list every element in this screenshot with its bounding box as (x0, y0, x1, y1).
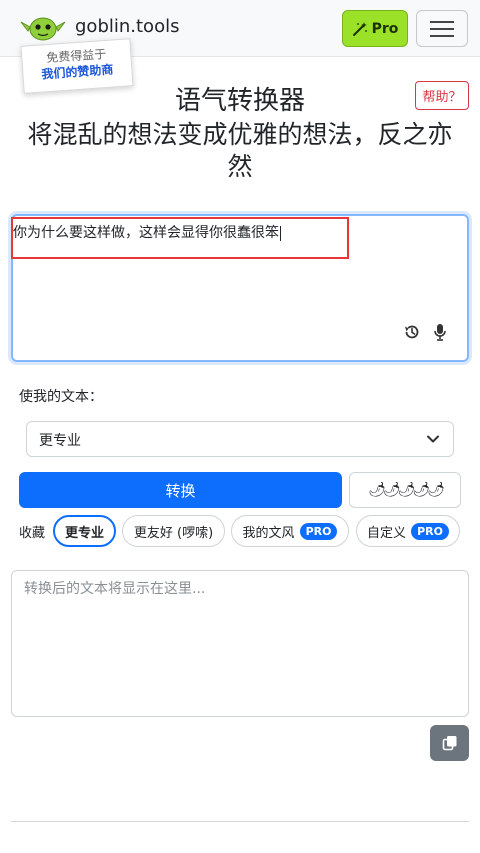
chip-label: 更专业 (64, 525, 104, 541)
chip-label: 我的文风 (242, 525, 295, 541)
favorite-chip-custom[interactable]: 自定义 PRO (356, 515, 460, 547)
convert-button[interactable]: 转换 (19, 472, 342, 508)
favorite-chip-professional[interactable]: 更专业 (53, 515, 116, 547)
help-button[interactable]: 帮助？ (415, 81, 469, 110)
magic-wand-icon (352, 21, 367, 36)
spice-level-button[interactable]: 🌶🌶🌶🌶🌶 (349, 472, 461, 508)
style-select-label: 使我的文本： (19, 389, 103, 405)
favorite-chip-my-style[interactable]: 我的文风 PRO (231, 515, 349, 547)
page-subtitle: 将混乱的想法变成优雅的想法，反之亦然 (27, 120, 453, 181)
pro-button-label: Pro (371, 20, 399, 37)
page-title: 语气转换器 (174, 86, 305, 116)
history-icon[interactable] (403, 323, 421, 341)
chip-label: 更友好 (啰嗦) (133, 525, 214, 541)
chip-label: 自定义 (367, 525, 407, 541)
site-name[interactable]: goblin.tools (75, 16, 179, 37)
chevron-down-icon[interactable] (426, 432, 440, 446)
favorites-label: 收藏 (19, 526, 46, 541)
pro-badge: PRO (299, 522, 338, 540)
annotation-highlight-box (11, 217, 349, 259)
menu-line (430, 27, 454, 30)
favorite-chip-friendly[interactable]: 更友好 (啰嗦) (122, 515, 225, 547)
copy-icon (442, 736, 456, 751)
menu-line (430, 20, 454, 23)
goblin-logo-icon[interactable] (20, 14, 66, 42)
menu-line (430, 34, 454, 37)
microphone-icon[interactable] (433, 323, 447, 341)
pro-button[interactable]: Pro (342, 10, 408, 47)
hamburger-menu-button[interactable] (416, 10, 468, 47)
style-select-value[interactable]: 更专业 (39, 430, 81, 450)
copy-button[interactable] (430, 725, 469, 761)
footer-divider (11, 821, 469, 822)
pro-badge: PRO (411, 522, 449, 540)
output-placeholder: 转换后的文本将显示在这里... (24, 581, 206, 597)
style-select[interactable] (26, 421, 454, 457)
